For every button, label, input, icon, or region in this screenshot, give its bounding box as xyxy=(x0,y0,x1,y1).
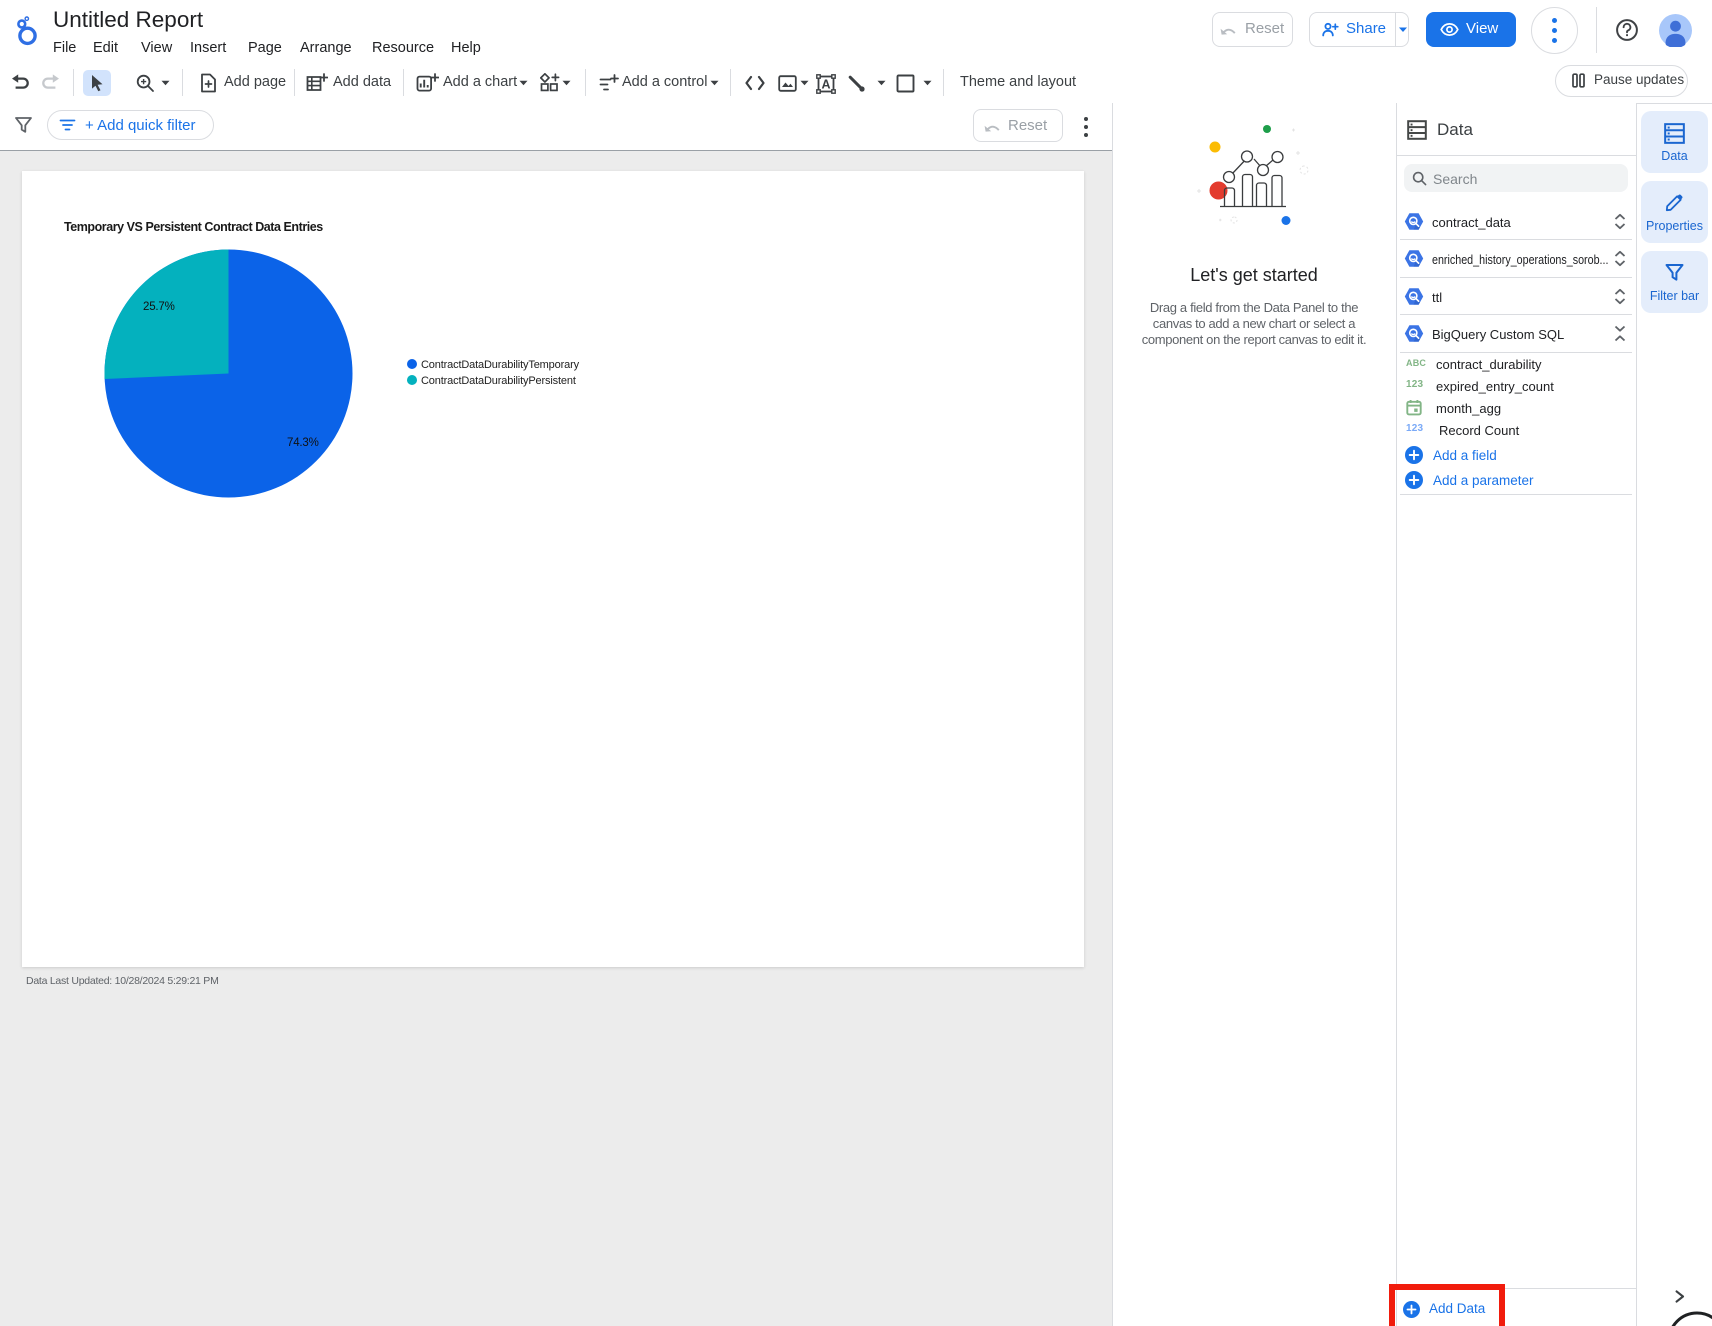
svg-text:A: A xyxy=(821,78,830,92)
